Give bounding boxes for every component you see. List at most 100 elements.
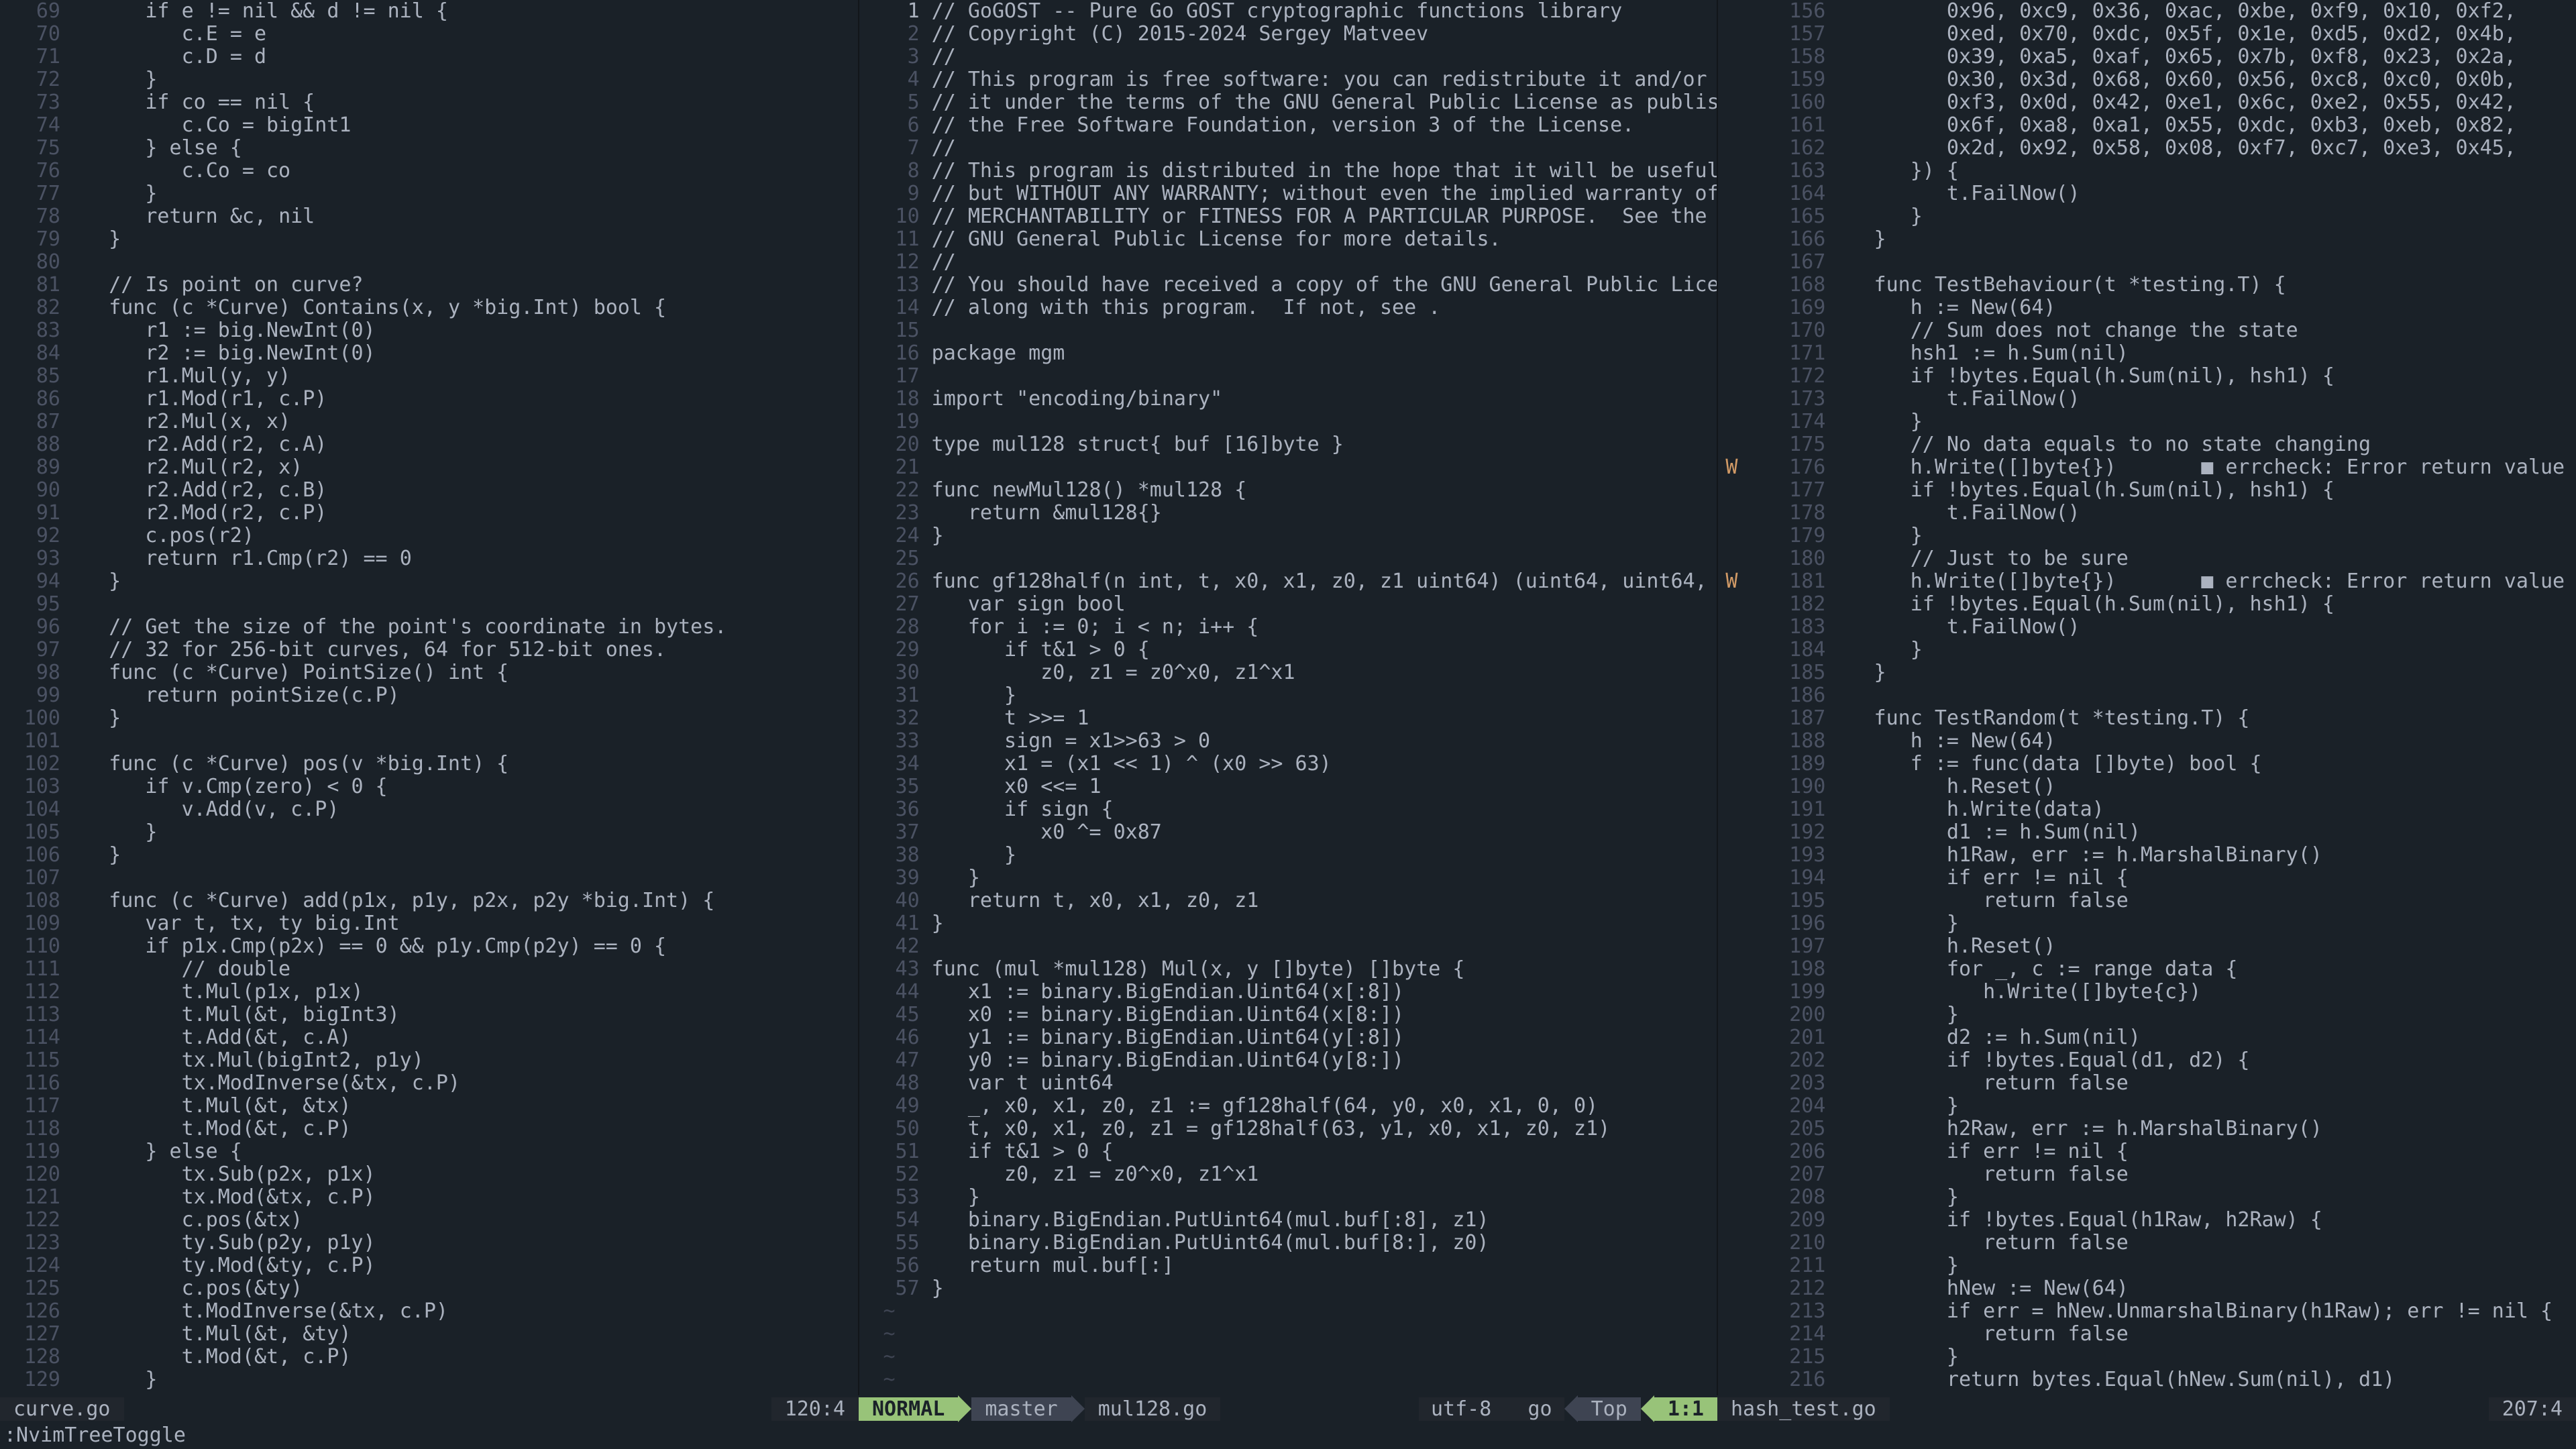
code-line[interactable]: 15 bbox=[859, 319, 1717, 342]
command-line[interactable]: :NvimTreeToggle bbox=[0, 1422, 2576, 1449]
code-line[interactable]: 107 bbox=[0, 867, 858, 890]
code-line[interactable]: 213 if err = hNew.UnmarshalBinary(h1Raw)… bbox=[1718, 1300, 2576, 1323]
code-line[interactable]: 114 t.Add(&t, c.A) bbox=[0, 1026, 858, 1049]
code-line[interactable]: 102 func (c *Curve) pos(v *big.Int) { bbox=[0, 753, 858, 775]
code-line[interactable]: 185 } bbox=[1718, 661, 2576, 684]
code-line[interactable]: 79 } bbox=[0, 228, 858, 251]
code-line[interactable]: 192 d1 := h.Sum(nil) bbox=[1718, 821, 2576, 844]
code-line[interactable]: 1// GoGOST -- Pure Go GOST cryptographic… bbox=[859, 0, 1717, 23]
code-line[interactable]: 47 y0 := binary.BigEndian.Uint64(y[8:]) bbox=[859, 1049, 1717, 1072]
code-line[interactable]: 17 bbox=[859, 365, 1717, 388]
code-line[interactable]: 26func gf128half(n int, t, x0, x1, z0, z… bbox=[859, 570, 1717, 593]
code-line[interactable]: 121 tx.Mod(&tx, c.P) bbox=[0, 1186, 858, 1209]
code-line[interactable]: 96 // Get the size of the point's coordi… bbox=[0, 616, 858, 639]
code-line[interactable]: 166 } bbox=[1718, 228, 2576, 251]
code-line[interactable]: 29 if t&1 > 0 { bbox=[859, 639, 1717, 661]
code-line[interactable]: 87 r2.Mul(x, x) bbox=[0, 411, 858, 433]
code-line[interactable]: 84 r2 := big.NewInt(0) bbox=[0, 342, 858, 365]
code-line[interactable]: 197 h.Reset() bbox=[1718, 935, 2576, 958]
code-line[interactable]: 74 c.Co = bigInt1 bbox=[0, 114, 858, 137]
code-line[interactable]: 8// This program is distributed in the h… bbox=[859, 160, 1717, 182]
code-line[interactable]: 101 bbox=[0, 730, 858, 753]
code-line[interactable]: 159 0x30, 0x3d, 0x68, 0x60, 0x56, 0xc8, … bbox=[1718, 68, 2576, 91]
code-line[interactable]: 184 } bbox=[1718, 639, 2576, 661]
code-line[interactable]: 105 } bbox=[0, 821, 858, 844]
code-line[interactable]: 124 ty.Mod(&ty, c.P) bbox=[0, 1254, 858, 1277]
code-line[interactable]: 49 _, x0, x1, z0, z1 := gf128half(64, y0… bbox=[859, 1095, 1717, 1118]
code-line[interactable]: 25 bbox=[859, 547, 1717, 570]
code-line[interactable]: 127 t.Mul(&t, &ty) bbox=[0, 1323, 858, 1346]
code-line[interactable]: 116 tx.ModInverse(&tx, c.P) bbox=[0, 1072, 858, 1095]
code-line[interactable]: 173 t.FailNow() bbox=[1718, 388, 2576, 411]
code-line[interactable]: 103 if v.Cmp(zero) < 0 { bbox=[0, 775, 858, 798]
code-line[interactable]: 191 h.Write(data) bbox=[1718, 798, 2576, 821]
code-line[interactable]: 52 z0, z1 = z0^x0, z1^x1 bbox=[859, 1163, 1717, 1186]
code-line[interactable]: 73 if co == nil { bbox=[0, 91, 858, 114]
code-line[interactable]: 53 } bbox=[859, 1186, 1717, 1209]
code-line[interactable]: 55 binary.BigEndian.PutUint64(mul.buf[8:… bbox=[859, 1232, 1717, 1254]
code-line[interactable]: 76 c.Co = co bbox=[0, 160, 858, 182]
code-line[interactable]: 23 return &mul128{} bbox=[859, 502, 1717, 525]
code-line[interactable]: 198 for _, c := range data { bbox=[1718, 958, 2576, 981]
code-line[interactable]: 188 h := New(64) bbox=[1718, 730, 2576, 753]
code-line[interactable]: 110 if p1x.Cmp(p2x) == 0 && p1y.Cmp(p2y)… bbox=[0, 935, 858, 958]
code-line[interactable]: 39 } bbox=[859, 867, 1717, 890]
code-line[interactable]: 212 hNew := New(64) bbox=[1718, 1277, 2576, 1300]
code-line[interactable]: 169 h := New(64) bbox=[1718, 297, 2576, 319]
code-line[interactable]: 100 } bbox=[0, 707, 858, 730]
code-line[interactable]: 93 return r1.Cmp(r2) == 0 bbox=[0, 547, 858, 570]
code-line[interactable]: 216 return bytes.Equal(hNew.Sum(nil), d1… bbox=[1718, 1368, 2576, 1391]
code-line[interactable]: 30 z0, z1 = z0^x0, z1^x1 bbox=[859, 661, 1717, 684]
code-line[interactable]: 91 r2.Mod(r2, c.P) bbox=[0, 502, 858, 525]
code-line[interactable]: 123 ty.Sub(p2y, p1y) bbox=[0, 1232, 858, 1254]
code-line[interactable]: 210 return false bbox=[1718, 1232, 2576, 1254]
code-line[interactable]: 36 if sign { bbox=[859, 798, 1717, 821]
code-line[interactable]: 41} bbox=[859, 912, 1717, 935]
code-line[interactable]: 177 if !bytes.Equal(h.Sum(nil), hsh1) { bbox=[1718, 479, 2576, 502]
code-line[interactable]: 179 } bbox=[1718, 525, 2576, 547]
code-line[interactable]: 85 r1.Mul(y, y) bbox=[0, 365, 858, 388]
code-line[interactable]: 195 return false bbox=[1718, 890, 2576, 912]
pane-left[interactable]: 69 if e != nil && d != nil {70 c.E = e71… bbox=[0, 0, 859, 1395]
code-line[interactable]: 83 r1 := big.NewInt(0) bbox=[0, 319, 858, 342]
code-line[interactable]: 28 for i := 0; i < n; i++ { bbox=[859, 616, 1717, 639]
code-line[interactable]: 120 tx.Sub(p2x, p1x) bbox=[0, 1163, 858, 1186]
code-line[interactable]: 81 // Is point on curve? bbox=[0, 274, 858, 297]
code-line[interactable]: 156 0x96, 0xc9, 0x36, 0xac, 0xbe, 0xf9, … bbox=[1718, 0, 2576, 23]
code-line[interactable]: 24} bbox=[859, 525, 1717, 547]
code-line[interactable]: 161 0x6f, 0xa8, 0xa1, 0x55, 0xdc, 0xb3, … bbox=[1718, 114, 2576, 137]
code-line[interactable]: 42 bbox=[859, 935, 1717, 958]
code-line[interactable]: 209 if !bytes.Equal(h1Raw, h2Raw) { bbox=[1718, 1209, 2576, 1232]
code-line[interactable]: 80 bbox=[0, 251, 858, 274]
code-line[interactable]: 27 var sign bool bbox=[859, 593, 1717, 616]
code-line[interactable]: 38 } bbox=[859, 844, 1717, 867]
code-line[interactable]: 32 t >>= 1 bbox=[859, 707, 1717, 730]
code-line[interactable]: W181 h.Write([]byte{}) ■ errcheck: Error… bbox=[1718, 570, 2576, 593]
code-line[interactable]: 211 } bbox=[1718, 1254, 2576, 1277]
code-line[interactable]: 111 // double bbox=[0, 958, 858, 981]
code-line[interactable]: 46 y1 := binary.BigEndian.Uint64(y[:8]) bbox=[859, 1026, 1717, 1049]
code-line[interactable]: 104 v.Add(v, c.P) bbox=[0, 798, 858, 821]
pane-right[interactable]: 156 0x96, 0xc9, 0x36, 0xac, 0xbe, 0xf9, … bbox=[1718, 0, 2576, 1395]
code-line[interactable]: 48 var t uint64 bbox=[859, 1072, 1717, 1095]
code-line[interactable]: W176 h.Write([]byte{}) ■ errcheck: Error… bbox=[1718, 456, 2576, 479]
code-line[interactable]: 7// bbox=[859, 137, 1717, 160]
code-line[interactable]: 11// GNU General Public License for more… bbox=[859, 228, 1717, 251]
code-line[interactable]: 13// You should have received a copy of … bbox=[859, 274, 1717, 297]
code-line[interactable]: 2// Copyright (C) 2015-2024 Sergey Matve… bbox=[859, 23, 1717, 46]
code-line[interactable]: 43func (mul *mul128) Mul(x, y []byte) []… bbox=[859, 958, 1717, 981]
code-line[interactable]: 157 0xed, 0x70, 0xdc, 0x5f, 0x1e, 0xd5, … bbox=[1718, 23, 2576, 46]
code-line[interactable]: 77 } bbox=[0, 182, 858, 205]
code-line[interactable]: 186 bbox=[1718, 684, 2576, 707]
pane-center[interactable]: 1// GoGOST -- Pure Go GOST cryptographic… bbox=[859, 0, 1719, 1395]
code-line[interactable]: 89 r2.Mul(r2, x) bbox=[0, 456, 858, 479]
code-line[interactable]: 200 } bbox=[1718, 1004, 2576, 1026]
code-line[interactable]: 10// MERCHANTABILITY or FITNESS FOR A PA… bbox=[859, 205, 1717, 228]
code-line[interactable]: 44 x1 := binary.BigEndian.Uint64(x[:8]) bbox=[859, 981, 1717, 1004]
code-line[interactable]: 170 // Sum does not change the state bbox=[1718, 319, 2576, 342]
code-line[interactable]: 95 bbox=[0, 593, 858, 616]
code-line[interactable]: 88 r2.Add(r2, c.A) bbox=[0, 433, 858, 456]
code-line[interactable]: 78 return &c, nil bbox=[0, 205, 858, 228]
code-line[interactable]: 33 sign = x1>>63 > 0 bbox=[859, 730, 1717, 753]
code-line[interactable]: 82 func (c *Curve) Contains(x, y *big.In… bbox=[0, 297, 858, 319]
